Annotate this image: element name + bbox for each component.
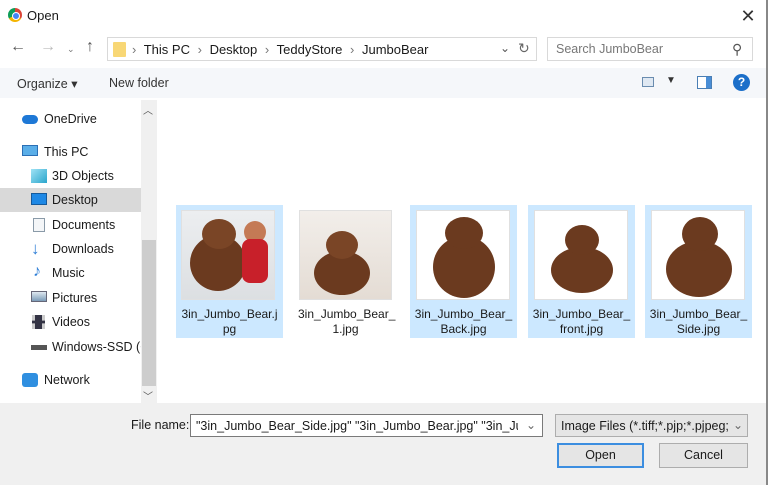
music-icon: ♪ — [33, 263, 41, 280]
file-list: 3in_Jumbo_Bear.j pg 3in_Jumbo_Bear_ 1.jpg … — [157, 100, 766, 403]
thumbnail-image — [534, 210, 628, 300]
breadcrumb: › This PC › Desktop › TeddyStore › Jumbo… — [132, 42, 429, 57]
cancel-button[interactable]: Cancel — [659, 443, 748, 468]
network-icon — [22, 373, 38, 387]
help-icon[interactable]: ? — [733, 74, 750, 91]
thumbnail-image — [181, 210, 275, 300]
folder-icon — [113, 42, 126, 57]
crumb-this-pc[interactable]: This PC — [144, 42, 190, 57]
crumb-jumbobear[interactable]: JumboBear — [362, 42, 428, 57]
crumb-desktop[interactable]: Desktop — [210, 42, 258, 57]
video-icon — [32, 315, 45, 329]
address-bar[interactable]: › This PC › Desktop › TeddyStore › Jumbo… — [107, 37, 537, 61]
nav-item-3d-objects[interactable]: 3D Objects — [0, 164, 141, 188]
dialog-title: Open — [27, 8, 59, 23]
search-placeholder: Search JumboBear — [556, 42, 664, 56]
nav-item-videos[interactable]: Videos — [0, 310, 141, 334]
file-name: 3in_Jumbo_Bear.j pg — [181, 307, 278, 336]
scroll-down-icon[interactable]: ﹀ — [143, 388, 153, 403]
file-type-select[interactable]: Image Files (*.tiff;*.pjp;*.pjpeg;* ⌄ — [555, 414, 748, 437]
nav-item-onedrive[interactable]: OneDrive — [0, 107, 141, 131]
search-icon[interactable]: ⚲ — [732, 41, 742, 58]
refresh-icon[interactable]: ↻ — [518, 40, 530, 57]
computer-icon — [22, 145, 38, 156]
file-tile[interactable]: 3in_Jumbo_Bear.j pg — [176, 205, 283, 338]
chevron-down-icon[interactable]: ⌄ — [733, 418, 743, 432]
search-input[interactable]: Search JumboBear ⚲ — [547, 37, 753, 61]
preview-pane-icon[interactable] — [697, 76, 712, 89]
file-tile[interactable]: 3in_Jumbo_Bear_ Side.jpg — [645, 205, 752, 338]
file-name: 3in_Jumbo_Bear_ Back.jpg — [414, 307, 513, 336]
nav-item-music[interactable]: ♪ Music — [0, 261, 141, 285]
new-folder-button[interactable]: New folder — [109, 76, 169, 90]
dialog-footer: File name: "3in_Jumbo_Bear_Side.jpg" "3i… — [0, 403, 766, 485]
nav-item-pictures[interactable]: Pictures — [0, 286, 141, 310]
chevron-down-icon[interactable]: ⌄ — [500, 41, 510, 55]
file-name-input[interactable]: "3in_Jumbo_Bear_Side.jpg" "3in_Jumbo_Bea… — [190, 414, 543, 437]
up-arrow-icon[interactable]: ↑ — [86, 38, 94, 56]
title-bar: Open ✕ — [0, 0, 766, 32]
nav-item-network[interactable]: Network — [0, 368, 141, 392]
file-name: 3in_Jumbo_Bear_ front.jpg — [532, 307, 631, 336]
crumb-teddystore[interactable]: TeddyStore — [277, 42, 343, 57]
file-tile[interactable]: 3in_Jumbo_Bear_ Back.jpg — [410, 205, 517, 338]
cube-icon — [31, 169, 47, 183]
thumbnail-image — [416, 210, 510, 300]
file-tile[interactable]: 3in_Jumbo_Bear_ front.jpg — [528, 205, 635, 338]
chevron-down-icon[interactable]: ⌄ — [526, 418, 536, 432]
thumbnail-image — [299, 210, 392, 300]
nav-item-desktop[interactable]: Desktop — [0, 188, 141, 212]
forward-arrow-icon[interactable]: → — [40, 38, 56, 56]
thumbnail-image — [651, 210, 745, 300]
recent-chevron-icon[interactable]: ⌄ — [67, 44, 75, 55]
navigation-pane: OneDrive This PC 3D Objects Desktop Docu… — [0, 100, 141, 403]
open-button[interactable]: Open — [557, 443, 644, 468]
chrome-icon — [8, 8, 22, 22]
nav-item-downloads[interactable]: ↓ Downloads — [0, 237, 141, 261]
close-icon[interactable]: ✕ — [736, 4, 760, 28]
document-icon — [33, 218, 45, 232]
file-name-label: File name: — [131, 418, 190, 432]
download-icon: ↓ — [31, 239, 40, 258]
nav-item-this-pc[interactable]: This PC — [0, 140, 141, 164]
file-name: 3in_Jumbo_Bear_ 1.jpg — [298, 307, 396, 336]
organize-button[interactable]: Organize ▾ — [17, 76, 77, 91]
cloud-icon — [22, 115, 38, 124]
toolbar: Organize ▾ New folder ▼ ? — [0, 68, 766, 98]
view-options-icon[interactable] — [642, 77, 654, 87]
pictures-icon — [31, 291, 47, 302]
scrollbar-thumb[interactable] — [142, 240, 156, 386]
back-arrow-icon[interactable]: ← — [10, 38, 26, 56]
scroll-up-icon[interactable]: ︿ — [143, 102, 153, 117]
nav-item-windows-ssd[interactable]: Windows-SSD (C — [0, 335, 141, 359]
desktop-icon — [31, 193, 47, 205]
view-dropdown-icon[interactable]: ▼ — [666, 75, 676, 86]
file-tile[interactable]: 3in_Jumbo_Bear_ 1.jpg — [298, 205, 396, 338]
drive-icon — [31, 345, 47, 350]
nav-item-documents[interactable]: Documents — [0, 213, 141, 237]
file-name: 3in_Jumbo_Bear_ Side.jpg — [649, 307, 748, 336]
